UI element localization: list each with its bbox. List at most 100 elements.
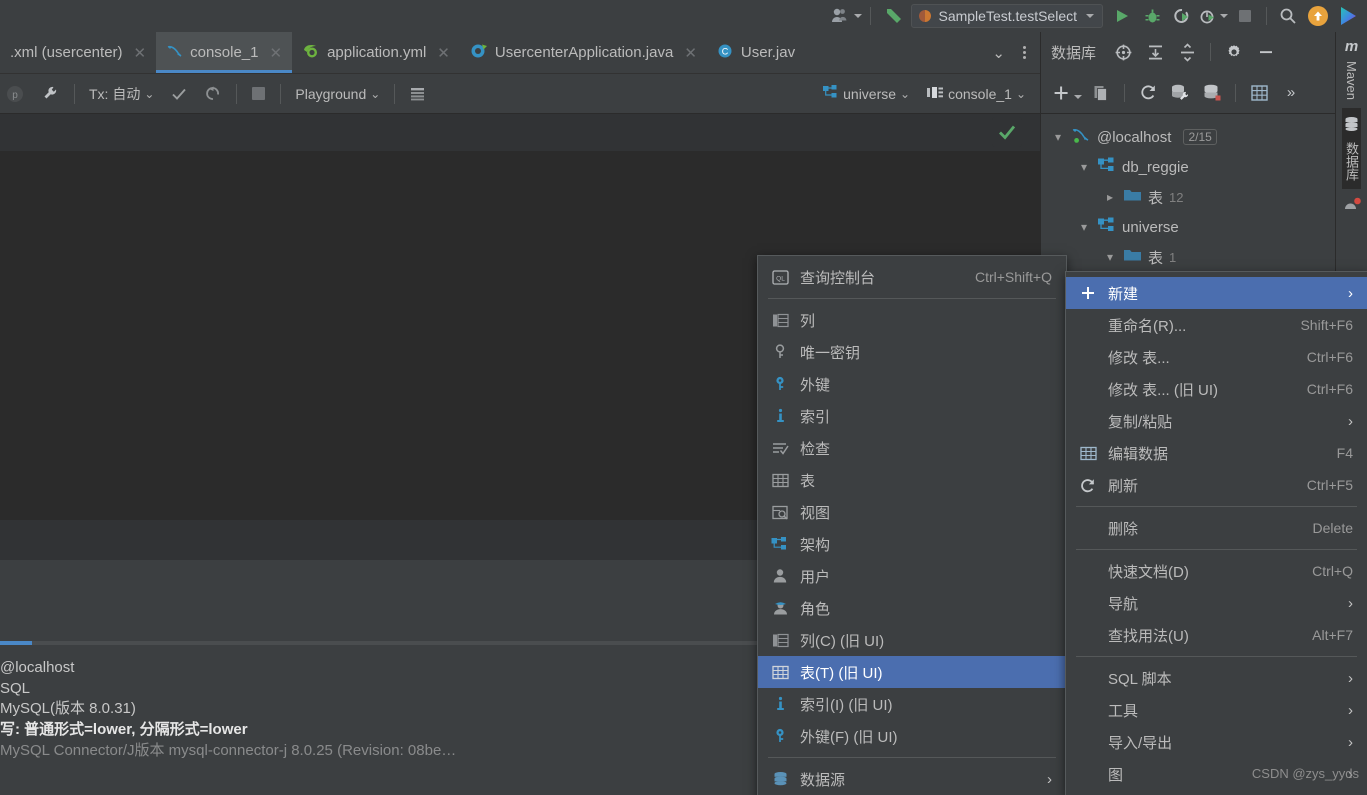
transaction-mode-selector[interactable]: Tx: 自动 ⌄ (81, 81, 162, 107)
chevron-right-icon[interactable]: ▸ (1103, 190, 1117, 204)
menu-item-refresh[interactable]: 刷新 Ctrl+F5 (1066, 469, 1367, 501)
menu-item-query-console[interactable]: QL 查询控制台 Ctrl+Shift+Q (758, 261, 1066, 293)
user-account-icon[interactable] (831, 3, 863, 29)
ai-assistant-icon[interactable] (1335, 3, 1361, 29)
menu-item-navigate[interactable]: 导航 › (1066, 587, 1367, 619)
menu-item-column[interactable]: 列 (758, 304, 1066, 336)
green-check-icon[interactable] (992, 117, 1022, 147)
menu-item-modify-table[interactable]: 修改 表... Ctrl+F6 (1066, 341, 1367, 373)
mysql-connection-icon (1071, 126, 1091, 148)
close-icon[interactable]: ✕ (684, 44, 697, 62)
tree-node-universe-tables[interactable]: ▾ 表 1 (1041, 242, 1335, 272)
collapse-all-icon[interactable] (1174, 39, 1200, 65)
tree-node-localhost[interactable]: ▾ @localhost 2/15 (1041, 122, 1335, 152)
menu-item-import-export[interactable]: 导入/导出 › (1066, 726, 1367, 758)
menu-item-role[interactable]: 角色 (758, 592, 1066, 624)
close-icon[interactable]: ✕ (134, 44, 147, 62)
menu-item-foreign-key[interactable]: 外键 (758, 368, 1066, 400)
chevron-down-icon[interactable]: ⌄ (984, 44, 1013, 62)
menu-item-diagrams[interactable]: 图 › (1066, 758, 1367, 790)
tree-node-db_reggie[interactable]: ▾ db_reggie (1041, 152, 1335, 182)
menu-item-find-usages[interactable]: 查找用法(U) Alt+F7 (1066, 619, 1367, 651)
commit-check-icon[interactable] (162, 81, 196, 107)
datasource-properties-icon[interactable] (1167, 80, 1193, 106)
add-plus-icon[interactable] (1051, 80, 1082, 106)
close-icon[interactable]: ✕ (270, 44, 283, 62)
menu-item-foreign-key-old-ui[interactable]: 外键(F) (旧 UI) (758, 720, 1066, 752)
menu-item-index-old-ui[interactable]: 索引(I) (旧 UI) (758, 688, 1066, 720)
menu-item-label: 用户 (800, 568, 831, 586)
notification-bell-icon[interactable] (1342, 195, 1362, 216)
menu-item-user[interactable]: 用户 (758, 560, 1066, 592)
run-configuration-selector[interactable]: SampleTest.testSelect (911, 4, 1103, 28)
run-icon[interactable] (1109, 3, 1135, 29)
table-grid-icon[interactable] (401, 81, 434, 107)
editor-first-line (0, 114, 1040, 152)
session-selector[interactable]: console_1 ⌄ (918, 81, 1034, 107)
editor-tab-xml[interactable]: .xml (usercenter) ✕ (0, 32, 156, 73)
tree-node-db_reggie-tables[interactable]: ▸ 表 12 (1041, 182, 1335, 212)
tree-node-universe[interactable]: ▾ universe (1041, 212, 1335, 242)
stripe-tab-database[interactable]: 数据库 (1342, 108, 1361, 190)
menu-item-delete[interactable]: 删除 Delete (1066, 512, 1367, 544)
menu-item-datasource[interactable]: 数据源 › (758, 763, 1066, 795)
editor-tab-console_1[interactable]: console_1 ✕ (156, 32, 293, 73)
chevron-down-icon[interactable]: ▾ (1103, 250, 1117, 264)
wrench-icon[interactable] (34, 81, 68, 107)
menu-item-column-old-ui[interactable]: 列(C) (旧 UI) (758, 624, 1066, 656)
menu-item-accelerator: F4 (1336, 445, 1353, 461)
menu-item-copy-paste[interactable]: 复制/粘贴 › (1066, 405, 1367, 437)
menu-item-index[interactable]: 索引 (758, 400, 1066, 432)
update-arrow-icon[interactable] (1305, 3, 1331, 29)
menu-item-rename[interactable]: 重命名(R)... Shift+F6 (1066, 309, 1367, 341)
tree-node-label: 表 (1148, 189, 1164, 207)
menu-item-label: 列(C) (旧 UI) (800, 632, 885, 650)
debug-icon[interactable] (1139, 3, 1165, 29)
refresh-icon[interactable] (1135, 80, 1161, 106)
menu-item-label: 外键 (800, 376, 831, 394)
menu-item-unique-key[interactable]: 唯一密钥 (758, 336, 1066, 368)
divider (280, 83, 282, 104)
divider (1235, 83, 1236, 102)
run-with-coverage-icon[interactable] (1169, 3, 1195, 29)
menu-item-table[interactable]: 表 (758, 464, 1066, 496)
editor-tab-user-java[interactable]: C User.jav (707, 32, 795, 73)
schema-selector[interactable]: Playground ⌄ (287, 81, 388, 107)
menu-item-view[interactable]: 视图 (758, 496, 1066, 528)
chevron-down-icon[interactable]: ▾ (1077, 220, 1091, 234)
chevron-down-icon[interactable]: ▾ (1077, 160, 1091, 174)
back-arrow-icon[interactable] (879, 3, 905, 29)
menu-item-quick-documentation[interactable]: 快速文档(D) Ctrl+Q (1066, 555, 1367, 587)
menu-item-tools[interactable]: 工具 › (1066, 694, 1367, 726)
editor-tab-usercenter-application-java[interactable]: UsercenterApplication.java ✕ (460, 32, 707, 73)
stripe-tab-maven[interactable]: m Maven (1344, 32, 1359, 108)
pause-icon[interactable]: p (2, 81, 34, 107)
menu-item-label: 快速文档(D) (1108, 563, 1189, 581)
close-icon[interactable]: ✕ (437, 44, 450, 62)
locate-target-icon[interactable] (1110, 39, 1136, 65)
chevron-down-icon[interactable]: ▾ (1051, 130, 1065, 144)
menu-item-table-old-ui[interactable]: 表(T) (旧 UI) (758, 656, 1066, 688)
sync-db-icon[interactable] (1199, 80, 1225, 106)
hide-minus-icon[interactable] (1253, 39, 1279, 65)
folder-icon (1123, 247, 1142, 267)
menu-item-check-constraint[interactable]: 检查 (758, 432, 1066, 464)
divider (1210, 43, 1212, 61)
search-icon[interactable] (1275, 3, 1301, 29)
editor-tab-label: User.jav (740, 44, 796, 61)
profiler-icon[interactable] (1199, 3, 1228, 29)
copy-icon[interactable] (1088, 80, 1114, 106)
table-view-icon[interactable] (1246, 80, 1272, 106)
settings-gear-icon[interactable] (1221, 39, 1247, 65)
menu-item-edit-data[interactable]: 编辑数据 F4 (1066, 437, 1367, 469)
rollback-icon[interactable] (196, 81, 230, 107)
more-vertical-icon[interactable] (1015, 46, 1034, 59)
expand-all-icon[interactable] (1142, 39, 1168, 65)
editor-tab-application-yml[interactable]: application.yml ✕ (292, 32, 460, 73)
more-chevrons-icon[interactable]: » (1278, 80, 1304, 106)
menu-item-modify-table-old-ui[interactable]: 修改 表... (旧 UI) Ctrl+F6 (1066, 373, 1367, 405)
menu-item-new[interactable]: 新建 › (1066, 277, 1367, 309)
datasource-selector[interactable]: universe ⌄ (814, 81, 918, 107)
menu-item-schema[interactable]: 架构 (758, 528, 1066, 560)
menu-item-sql-scripts[interactable]: SQL 脚本 › (1066, 662, 1367, 694)
